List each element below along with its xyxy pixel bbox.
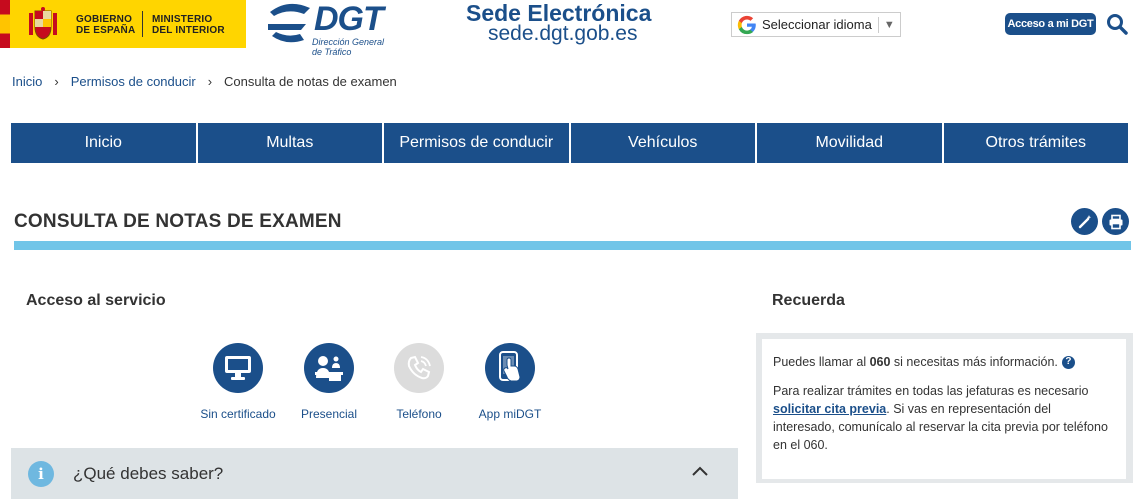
channel-circle bbox=[394, 343, 444, 393]
dgt-mark-icon bbox=[268, 3, 310, 43]
channel-label: Presencial bbox=[300, 407, 358, 421]
nav-item-vehiculos[interactable]: Vehículos bbox=[570, 123, 757, 163]
channel-label: App miDGT bbox=[478, 407, 542, 421]
recuerda-panel: Puedes llamar al 060 si necesitas más in… bbox=[756, 333, 1133, 483]
channel-circle bbox=[304, 343, 354, 393]
rec-p1-after: si necesitas más información. bbox=[890, 355, 1058, 369]
dgt-logo[interactable]: DGT Dirección General de Tráfico bbox=[266, 0, 406, 58]
phone-icon bbox=[407, 355, 431, 380]
edit-button[interactable] bbox=[1071, 208, 1098, 235]
print-button[interactable] bbox=[1102, 208, 1129, 235]
nav-item-movilidad[interactable]: Movilidad bbox=[757, 123, 944, 163]
title-underline-bar bbox=[14, 241, 1131, 250]
dgt-sub-line1: Dirección General bbox=[312, 37, 385, 47]
que-debes-saber-accordion[interactable]: i ¿Qué debes saber? bbox=[11, 448, 738, 499]
accordion-label: ¿Qué debes saber? bbox=[73, 463, 224, 483]
sede-url[interactable]: sede.dgt.gob.es bbox=[488, 22, 637, 46]
solicitar-cita-previa-link[interactable]: solicitar cita previa bbox=[773, 402, 886, 416]
channel-circle bbox=[213, 343, 263, 393]
ministry-line2: DEL INTERIOR bbox=[152, 25, 225, 36]
nav-item-inicio[interactable]: Inicio bbox=[11, 123, 198, 163]
nav-item-otros-tramites[interactable]: Otros trámites bbox=[943, 123, 1128, 163]
recuerda-content: Puedes llamar al 060 si necesitas más in… bbox=[762, 339, 1126, 479]
coat-of-arms-icon bbox=[29, 7, 57, 40]
channel-app-midgt[interactable]: App miDGT bbox=[465, 343, 555, 421]
magic-wand-icon bbox=[1078, 214, 1091, 228]
search-icon[interactable] bbox=[1106, 13, 1128, 35]
rec-phone-number: 060 bbox=[869, 355, 891, 369]
language-select-divider bbox=[877, 16, 879, 33]
dgt-sub-line2: de Tráfico bbox=[312, 47, 352, 57]
dgt-wordmark: DGT bbox=[314, 0, 384, 38]
site-header: GOBIERNO DE ESPAÑA MINISTERIO DEL INTERI… bbox=[0, 0, 1133, 60]
chevron-right-icon: › bbox=[207, 74, 213, 89]
chevron-up-icon bbox=[692, 466, 708, 476]
main-nav: Inicio Multas Permisos de conducir Vehíc… bbox=[11, 123, 1128, 163]
channel-circle bbox=[485, 343, 535, 393]
chevron-right-icon: › bbox=[54, 74, 59, 89]
gobierno-ministerio-logo[interactable]: GOBIERNO DE ESPAÑA MINISTERIO DEL INTERI… bbox=[0, 0, 246, 48]
breadcrumb-inicio[interactable]: Inicio bbox=[12, 74, 42, 89]
nav-item-multas[interactable]: Multas bbox=[197, 123, 384, 163]
dropdown-arrow-icon: ▼ bbox=[883, 18, 895, 31]
page-title: CONSULTA DE NOTAS DE EXAMEN bbox=[14, 211, 342, 232]
gov-line1: GOBIERNO bbox=[76, 14, 133, 25]
office-desk-icon bbox=[315, 356, 343, 381]
channel-sin-certificado[interactable]: Sin certificado bbox=[193, 343, 283, 421]
gov-separator bbox=[142, 11, 143, 37]
breadcrumb-current: Consulta de notas de examen bbox=[224, 74, 397, 89]
print-icon bbox=[1109, 214, 1122, 229]
help-question-icon[interactable]: ? bbox=[1061, 355, 1075, 369]
recuerda-title: Recuerda bbox=[772, 292, 845, 309]
recuerda-phone-paragraph: Puedes llamar al 060 si necesitas más in… bbox=[773, 353, 1115, 371]
channel-telefono: Teléfono bbox=[374, 343, 464, 421]
google-g-icon bbox=[737, 15, 756, 34]
channel-presencial[interactable]: Presencial bbox=[284, 343, 374, 421]
breadcrumb: Inicio › Permisos de conducir › Consulta… bbox=[12, 74, 397, 89]
rec-p1-before: Puedes llamar al bbox=[773, 355, 870, 369]
spain-flag-icon bbox=[0, 0, 10, 48]
smartphone-tap-icon bbox=[499, 351, 521, 382]
nav-item-permisos[interactable]: Permisos de conducir bbox=[384, 123, 571, 163]
dgt-subtitle: Dirección General de Tráfico bbox=[312, 37, 384, 57]
info-icon: i bbox=[28, 460, 54, 487]
ministry-line1: MINISTERIO bbox=[152, 14, 213, 25]
monitor-icon bbox=[225, 356, 251, 380]
rec-p2-before: Para realizar trámites en todas las jefa… bbox=[773, 384, 1089, 398]
channel-label: Teléfono bbox=[396, 407, 442, 421]
language-select-label: Seleccionar idioma bbox=[762, 17, 872, 32]
gov-line2: DE ESPAÑA bbox=[76, 25, 136, 36]
access-my-dgt-button[interactable]: Acceso a mi DGT bbox=[1005, 13, 1096, 35]
language-select[interactable]: Seleccionar idioma ▼ bbox=[731, 12, 901, 37]
breadcrumb-permisos[interactable]: Permisos de conducir bbox=[71, 74, 196, 89]
access-service-title: Acceso al servicio bbox=[26, 292, 166, 309]
channel-label: Sin certificado bbox=[200, 407, 276, 421]
recuerda-cita-paragraph: Para realizar trámites en todas las jefa… bbox=[773, 382, 1115, 454]
